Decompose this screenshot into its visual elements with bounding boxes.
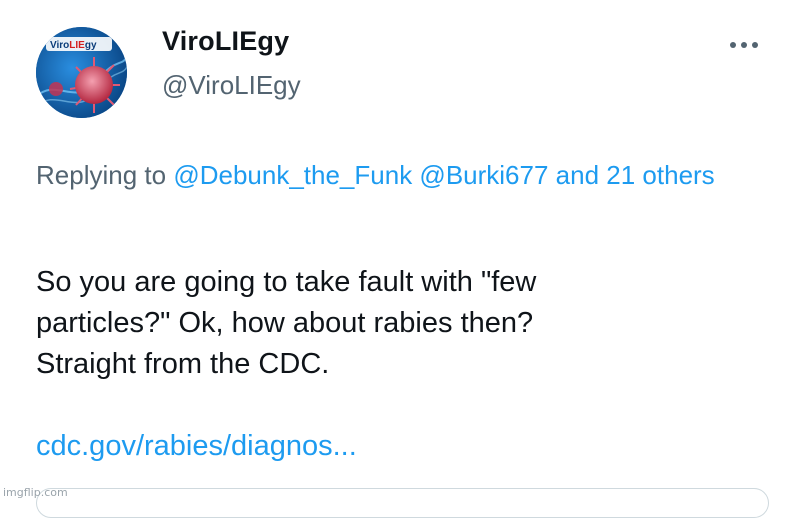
display-name[interactable]: ViroLIEgy: [162, 26, 289, 57]
virus-icon: ViroLIEgy: [36, 27, 127, 118]
more-dot: [752, 42, 758, 48]
watermark: imgflip.com: [3, 486, 68, 499]
others-link[interactable]: and 21 others: [556, 160, 715, 190]
tweet-link[interactable]: cdc.gov/rabies/diagnos...: [36, 430, 357, 463]
avatar[interactable]: ViroLIEgy: [36, 27, 127, 118]
mention-link[interactable]: @Burki677: [419, 160, 548, 190]
more-dot: [730, 42, 736, 48]
tweet-card: ViroLIEgy ViroLIEgy @ViroLIEgy Replying …: [0, 0, 797, 518]
link-preview-card[interactable]: [36, 488, 769, 518]
reply-context: Replying to @Debunk_the_Funk @Burki677 a…: [36, 155, 766, 196]
svg-text:ViroLIEgy: ViroLIEgy: [50, 40, 97, 51]
user-handle[interactable]: @ViroLIEgy: [162, 70, 301, 101]
more-dot: [741, 42, 747, 48]
mention-link[interactable]: @Debunk_the_Funk: [173, 160, 412, 190]
more-options-icon[interactable]: [722, 30, 766, 60]
tweet-text: So you are going to take fault with "few…: [36, 266, 537, 380]
replying-to-label: Replying to: [36, 160, 167, 190]
